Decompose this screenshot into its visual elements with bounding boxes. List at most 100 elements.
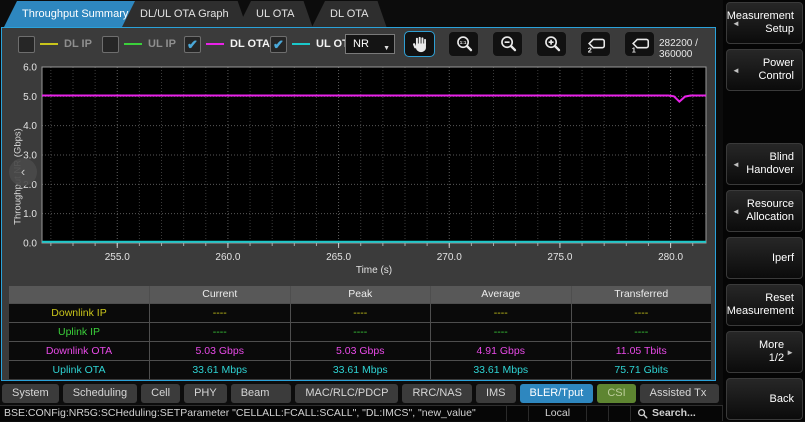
status-cell xyxy=(609,406,631,421)
legend-item-dl-ota: ✔ DL OTA xyxy=(184,33,270,55)
table-header-peak: Peak xyxy=(291,286,431,303)
search-placeholder: Search... xyxy=(652,406,696,421)
svg-text:0.0: 0.0 xyxy=(23,239,37,250)
right-arrow-icon: ► xyxy=(786,346,794,359)
tab-rrc-nas[interactable]: RRC/NAS xyxy=(402,384,472,403)
zoom-in-button[interactable] xyxy=(536,31,567,57)
left-arrow-icon: ◄ xyxy=(732,17,740,30)
softkey-label: Reset Measurement xyxy=(727,292,794,318)
softkey-label: More 1/2 xyxy=(741,339,784,365)
collapse-panel-button[interactable]: ‹ xyxy=(9,158,37,186)
tab-bler-tput[interactable]: BLER/Tput xyxy=(520,384,594,403)
svg-text:255.0: 255.0 xyxy=(105,252,130,263)
cell-value: 11.05 Tbits xyxy=(572,342,712,360)
zoom-in-icon xyxy=(541,33,563,55)
softkey-power-control[interactable]: ◄ Power Control xyxy=(726,49,803,91)
cell-value: 5.03 Gbps xyxy=(150,342,290,360)
marker-2-button[interactable]: 2 xyxy=(580,31,611,57)
left-arrow-icon: ◄ xyxy=(732,205,740,218)
cell-value: ---- xyxy=(291,323,431,341)
svg-text:265.0: 265.0 xyxy=(326,252,351,263)
tab-ims[interactable]: IMS xyxy=(476,384,516,403)
cell-value: 75.71 Gbits xyxy=(572,361,712,379)
throughput-chart[interactable]: 0.01.02.03.04.05.06.0255.0260.0265.0270.… xyxy=(6,60,712,280)
zoom-one-to-one-button[interactable]: 1:1 xyxy=(448,31,479,57)
ul-ip-checkbox[interactable] xyxy=(102,36,119,53)
tab-dlul-ota-graph[interactable]: DL/UL OTA Graph xyxy=(122,1,247,27)
hand-icon xyxy=(409,33,431,55)
legend-item-ul-ota: ✔ UL OTA xyxy=(270,33,356,55)
legend-item-ul-ip: UL IP xyxy=(102,33,176,55)
ul-ip-label: UL IP xyxy=(148,38,176,50)
tab-dl-ota[interactable]: DL OTA xyxy=(312,1,387,27)
pan-tool-button[interactable] xyxy=(404,31,435,57)
cell-value: ---- xyxy=(572,323,712,341)
row-label-downlink-ip: Downlink IP xyxy=(9,304,149,322)
table-header-average: Average xyxy=(431,286,571,303)
scpi-command-text: BSE:CONFig:NR5G:SCHeduling:SETParameter … xyxy=(0,406,507,421)
results-table: Current Peak Average Transferred Downlin… xyxy=(9,286,711,379)
ul-ota-checkbox[interactable]: ✔ xyxy=(270,36,287,53)
softkey-label: Iperf xyxy=(772,252,794,265)
tab-beam-mgmt[interactable]: Beam Mgmt xyxy=(231,384,292,403)
tab-phy[interactable]: PHY xyxy=(184,384,227,403)
svg-text:260.0: 260.0 xyxy=(215,252,240,263)
ul-ip-color-swatch xyxy=(124,43,142,45)
search-input[interactable]: Search... xyxy=(631,406,723,421)
softkey-label: Power Control xyxy=(741,57,794,83)
left-arrow-icon: ◄ xyxy=(732,158,740,171)
technology-select-value: NR xyxy=(353,38,369,50)
chevron-down-icon: ▼ xyxy=(383,40,390,58)
svg-text:280.0: 280.0 xyxy=(658,252,683,263)
cell-value: 5.03 Gbps xyxy=(291,342,431,360)
dl-ota-color-swatch xyxy=(206,43,224,45)
softkey-label: Blind Handover xyxy=(741,151,794,177)
status-bar: BSE:CONFig:NR5G:SCHeduling:SETParameter … xyxy=(0,405,723,421)
softkey-back[interactable]: Back xyxy=(726,378,803,420)
dl-ota-checkbox[interactable]: ✔ xyxy=(184,36,201,53)
svg-text:275.0: 275.0 xyxy=(547,252,572,263)
tab-ul-ota[interactable]: UL OTA xyxy=(238,1,313,27)
zoom-out-icon xyxy=(497,33,519,55)
throughput-summary-panel: DL IP UL IP ✔ DL OTA ✔ UL OTA NR ▼ xyxy=(1,27,716,381)
cell-value: ---- xyxy=(431,323,571,341)
technology-select[interactable]: NR ▼ xyxy=(345,34,395,54)
dl-ip-checkbox[interactable] xyxy=(18,36,35,53)
cell-value: 4.91 Gbps xyxy=(431,342,571,360)
softkey-measurement-setup[interactable]: ◄ Measurement Setup xyxy=(726,2,803,44)
svg-text:270.0: 270.0 xyxy=(437,252,462,263)
cell-value: ---- xyxy=(150,323,290,341)
softkey-resource-allocation[interactable]: ◄ Resource Allocation xyxy=(726,190,803,232)
cell-value: ---- xyxy=(150,304,290,322)
row-label-uplink-ip: Uplink IP xyxy=(9,323,149,341)
tab-scheduling[interactable]: Scheduling xyxy=(63,384,137,403)
svg-text:4.0: 4.0 xyxy=(23,121,37,132)
legend-item-dl-ip: DL IP xyxy=(18,33,92,55)
softkey-reset-measurement[interactable]: Reset Measurement xyxy=(726,284,803,326)
softkey-iperf[interactable]: Iperf xyxy=(726,237,803,279)
cell-value: 33.61 Mbps xyxy=(431,361,571,379)
tab-system[interactable]: System xyxy=(2,384,59,403)
tab-cell[interactable]: Cell xyxy=(141,384,180,403)
svg-text:1: 1 xyxy=(631,45,635,54)
softkey-column: ◄ Measurement Setup ◄ Power Control ◄ Bl… xyxy=(723,0,805,421)
table-header-blank xyxy=(9,286,149,303)
svg-text:2: 2 xyxy=(587,45,591,54)
tab-mac-rlc-pdcp[interactable]: MAC/RLC/PDCP xyxy=(295,384,398,403)
marker-1-button[interactable]: 1 xyxy=(624,31,655,57)
marker-1-icon: 1 xyxy=(628,33,652,55)
table-header-transferred: Transferred xyxy=(572,286,712,303)
status-cell xyxy=(587,406,609,421)
tab-csi[interactable]: CSI xyxy=(597,384,635,403)
search-icon xyxy=(637,408,648,419)
status-cell xyxy=(507,406,529,421)
zoom-out-button[interactable] xyxy=(492,31,523,57)
svg-text:1:1: 1:1 xyxy=(459,40,466,45)
dl-ip-color-swatch xyxy=(40,43,58,45)
view-tab-bar: Throughput Summary DL/UL OTA Graph UL OT… xyxy=(0,0,718,27)
dl-ota-label: DL OTA xyxy=(230,38,270,50)
row-label-uplink-ota: Uplink OTA xyxy=(9,361,149,379)
softkey-more[interactable]: More 1/2 ► xyxy=(726,331,803,373)
tab-assisted-tx-meas[interactable]: Assisted Tx Meas xyxy=(640,384,719,403)
softkey-blind-handover[interactable]: ◄ Blind Handover xyxy=(726,143,803,185)
